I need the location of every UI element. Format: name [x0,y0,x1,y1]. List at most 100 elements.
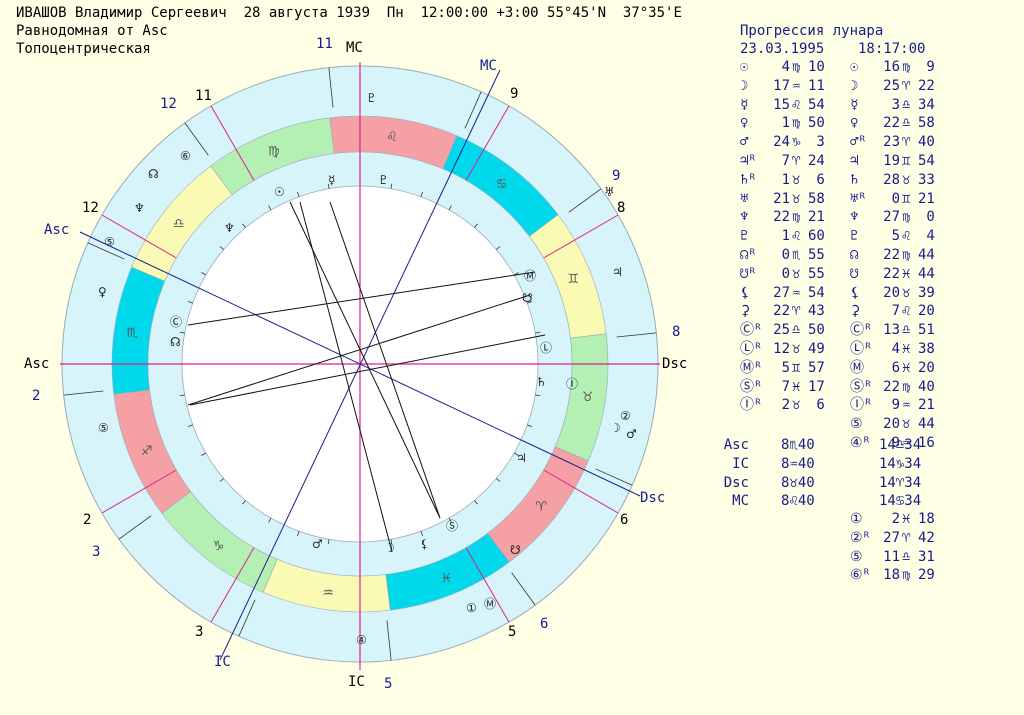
prog-mc-label: MC [480,58,497,74]
position-degree: 17 [773,77,790,94]
natal-planet-glyph: Ⓜ [524,269,536,283]
progressed-planet-glyph: ♃ [612,265,623,279]
planet-glyph: ☽ [850,77,859,94]
position-degree: 19 [883,152,900,169]
asc-label: Asc [24,356,49,372]
natal-position-row: ☋ᴿ 0 ♉ 55 [740,265,850,284]
prog-house-number: 12 [160,96,177,112]
natal-position-row: Ⓜᴿ 5 ♊ 57 [740,359,850,378]
position-sign: ♎ [902,115,911,132]
position-sign: ♈ [792,303,801,320]
position-degree: 6 [891,359,900,376]
natal-position-row: Ⓘᴿ 2 ♉ 6 [740,396,850,415]
position-minute: 54 [808,284,825,301]
zodiac-sign-glyph: ♑ [213,539,225,554]
progressed-position-row: Ⓢᴿ 22 ♍ 40 [850,378,960,397]
position-degree: 0 [781,265,790,282]
position-sign: ♓ [902,340,911,357]
zodiac-sign-glyph: ♐ [141,444,153,459]
planet-glyph: ⚸ [850,284,861,301]
house-number: 3 [195,624,203,640]
natal-position-row: ♇ 1 ♌ 60 [740,227,850,246]
prog-dsc-label: Dsc [640,490,665,506]
position-degree: 1 [781,228,790,245]
house-number: 5 [508,624,516,640]
position-sign: ♉ [792,171,801,188]
mc-label: MC [346,40,363,56]
planet-glyph: Ⓒᴿ [850,322,873,339]
planet-glyph: ♃ [850,152,859,169]
progressed-position-row: ♄ 28 ♉ 33 [850,171,960,190]
position-degree: 22 [773,209,790,226]
position-minute: 21 [808,209,825,226]
natal-position-row: ♃ᴿ 7 ♈ 24 [740,152,850,171]
position-degree: 20 [883,284,900,301]
position-minute: 4 [918,228,935,245]
position-sign: ♒ [902,397,911,414]
progressed-position-row: ☿ 3 ♎ 34 [850,96,960,115]
position-sign: ♒ [792,284,801,301]
position-degree: 22 [773,303,790,320]
progressed-position-row: ♀ 22 ♎ 58 [850,114,960,133]
progressed-position-row: ⑤ 20 ♉ 44 [850,415,960,434]
position-minute: 6 [808,397,825,414]
natal-position-row: ⚳ 22 ♈ 43 [740,302,850,321]
progressed-position-row: ♆ 27 ♍ 0 [850,208,960,227]
position-sign: ♉ [792,340,801,357]
angle-label: IC [732,455,749,472]
extra-point-row: ⑥ᴿ 18 ♍ 29 [850,566,960,585]
planet-glyph: ☽ [740,77,749,94]
position-minute: 43 [808,303,825,320]
natal-planet-glyph: ☿ [328,173,335,187]
zodiac-sign-glyph: ♍ [268,145,280,160]
position-sign: ♍ [902,59,911,75]
house-number: 2 [83,512,91,528]
position-sign: ♌ [902,228,911,245]
planet-glyph: ♄ᴿ [740,171,757,188]
position-minute: 10 [808,59,825,75]
position-degree: 11 [883,548,900,565]
prog-house-number: 6 [540,616,548,632]
position-minute: 50 [808,115,825,132]
planet-glyph: ♆ [850,209,859,226]
position-degree: 2 [891,511,900,527]
position-sign: ♊ [792,359,801,376]
position-degree: 27 [883,529,900,546]
progressed-planet-glyph: ☽ [610,421,621,435]
extra-points-table: ① 2 ♓ 18 ②ᴿ 27 ♈ 42 ⑤ 11 ♎ 31 ⑥ᴿ 18 ♍ 29 [850,510,960,585]
position-sign: ♊ [902,190,911,207]
planet-glyph: ⚳ [740,303,751,320]
progressed-planet-glyph: ① [466,601,477,615]
natal-position-row: ♀ 1 ♍ 50 [740,114,850,133]
progressed-planet-glyph: ⑤ [98,421,109,435]
progressed-position-row: ♃ 19 ♊ 54 [850,152,960,171]
house-number: 12 [82,200,99,216]
natal-planet-glyph: ⚸ [420,537,429,551]
angle-row: Dsc 8♉40 14♈34 [715,474,955,493]
progressed-planet-glyph: ♇ [366,91,377,105]
planet-glyph: ♂ [740,134,749,151]
natal-planet-glyph: Ⓢ [446,519,458,533]
progressed-planet-glyph: ♆ [134,201,145,215]
position-minute: 55 [808,246,825,263]
dsc-label: Dsc [662,356,687,372]
position-sign: ♈ [902,529,911,546]
position-sign: ♍ [902,209,911,226]
position-sign: ♎ [902,548,911,565]
prog-house-number: 11 [316,36,333,52]
position-sign: ♈ [902,77,911,94]
position-degree: 5 [891,228,900,245]
position-degree: 1 [781,171,790,188]
position-degree: 15 [773,96,790,113]
planet-glyph: ⑤ [850,416,863,433]
progressed-planet-glyph: ☊ [148,167,159,181]
position-sign: ♑ [792,134,801,151]
zodiac-sign-glyph: ♈ [535,500,547,515]
progressed-planet-glyph: ♅ [604,185,615,199]
position-minute: 17 [808,378,825,395]
position-degree: 0 [781,246,790,263]
position-sign: ♎ [902,96,911,113]
zodiac-sign-glyph: ♎ [173,216,185,231]
position-sign: ♓ [902,359,911,376]
position-sign: ♓ [902,265,911,282]
